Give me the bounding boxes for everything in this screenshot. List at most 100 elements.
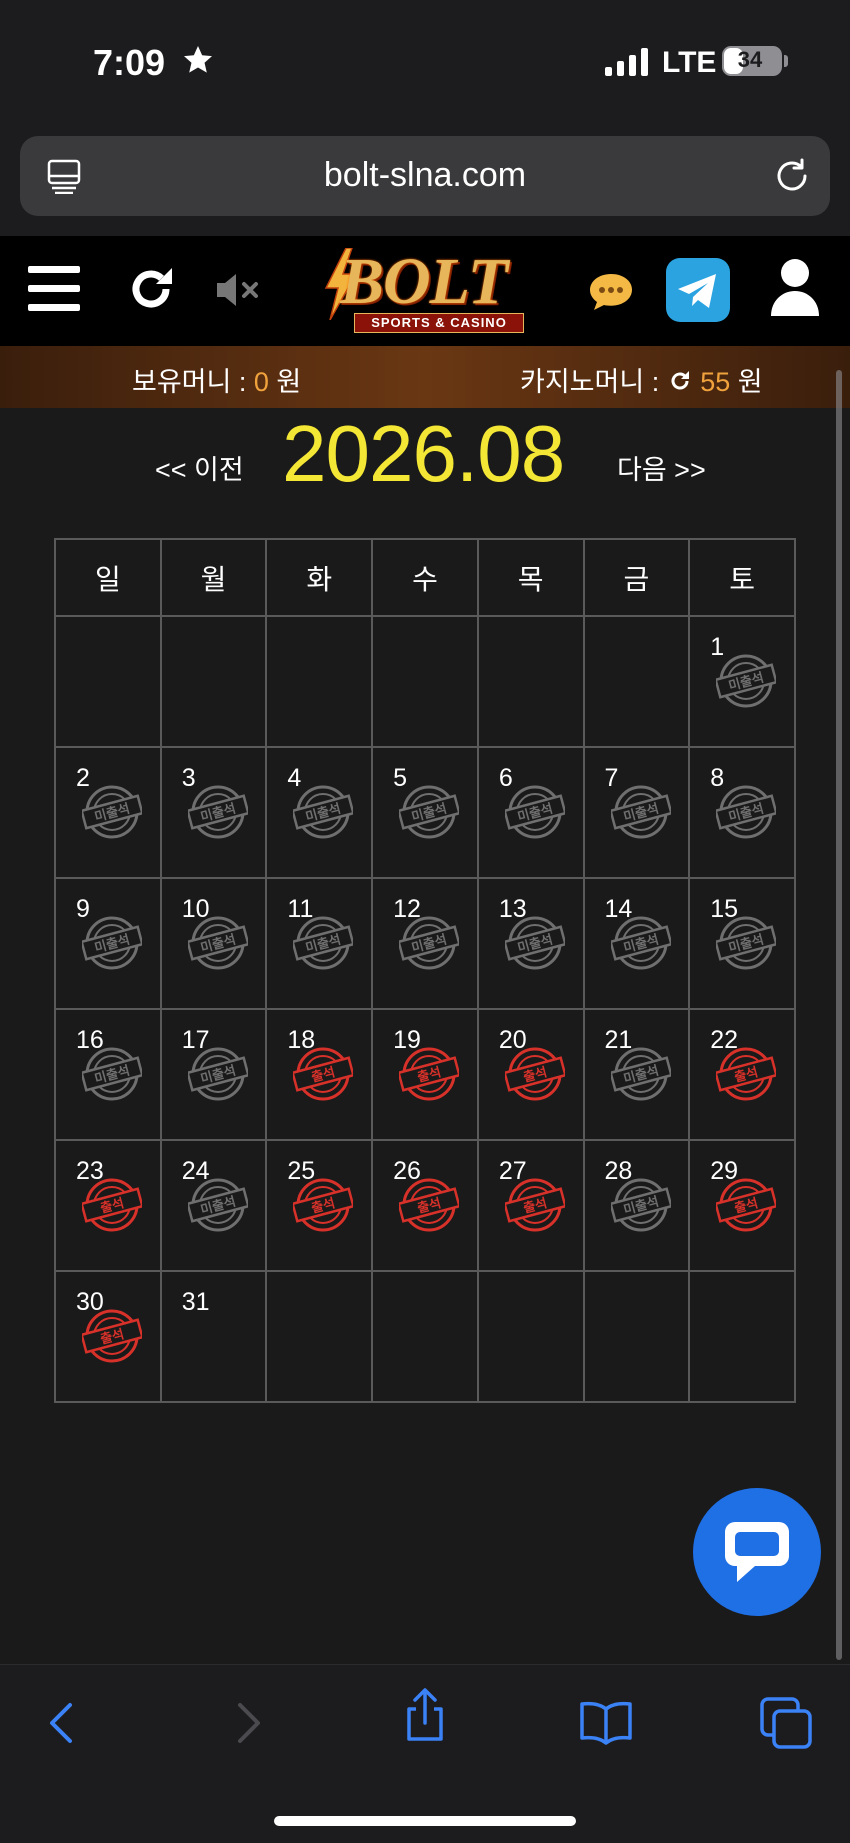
day-number: 21 xyxy=(604,1026,633,1054)
battery-percent: 34 xyxy=(737,47,763,72)
day-number: 8 xyxy=(710,764,725,792)
weekday-mon: 월 xyxy=(159,538,268,617)
calendar-day-cell[interactable]: 1 미출석 xyxy=(688,615,796,748)
calendar-empty-cell xyxy=(688,1270,796,1403)
calendar-empty-cell xyxy=(476,1270,585,1403)
calendar-day-cell[interactable]: 26 출석 xyxy=(371,1139,479,1272)
calendar-day-cell[interactable]: 17 미출석 xyxy=(159,1008,268,1141)
address-bar[interactable]: bolt-slna.com xyxy=(20,136,830,216)
calendar-day-cell[interactable]: 16 미출석 xyxy=(54,1008,162,1141)
attendance-stamp-absent: 미출석 xyxy=(187,785,248,839)
calendar-week-row: 9 미출석 10 미출석 11 미출석 12 미출석 13 미출석 14 미출석 15 미출석 xyxy=(54,877,796,1010)
tabs-icon[interactable] xyxy=(758,1695,814,1751)
attendance-calendar: 일 월 화 수 목 금 토 1 미출석 2 미출석 3 미출석 4 미출석 5 미출석 6 미출석 7 미… xyxy=(54,538,796,1403)
calendar-day-cell[interactable]: 29 출석 xyxy=(688,1139,796,1272)
calendar-day-cell[interactable]: 13 미출석 xyxy=(476,877,585,1010)
calendar-day-cell[interactable]: 10 미출석 xyxy=(159,877,268,1010)
telegram-icon[interactable] xyxy=(666,258,730,322)
calendar-day-cell[interactable]: 30 출석 xyxy=(54,1270,162,1403)
book-icon[interactable] xyxy=(578,1695,634,1751)
day-number: 16 xyxy=(76,1026,104,1054)
calendar-day-cell[interactable]: 7 미출석 xyxy=(582,746,691,879)
reload-icon[interactable] xyxy=(772,156,812,196)
calendar-day-cell[interactable]: 6 미출석 xyxy=(476,746,585,879)
battery-nub xyxy=(784,55,788,67)
casino-money: 카지노머니 : 55 원 xyxy=(520,360,763,399)
day-number: 27 xyxy=(498,1157,527,1185)
forward-chevron-icon[interactable] xyxy=(218,1695,274,1751)
calendar-day-cell[interactable]: 14 미출석 xyxy=(582,877,691,1010)
calendar-day-cell[interactable]: 9 미출석 xyxy=(54,877,162,1010)
day-number: 29 xyxy=(710,1157,739,1185)
day-cell-content: 4 미출석 xyxy=(267,748,371,877)
day-cell-content: 29 출석 xyxy=(690,1141,794,1270)
calendar-day-cell[interactable]: 2 미출석 xyxy=(54,746,162,879)
day-number: 12 xyxy=(393,895,421,923)
calendar-day-cell[interactable]: 23 출석 xyxy=(54,1139,162,1272)
refresh-money-icon[interactable] xyxy=(667,368,693,394)
calendar-day-cell[interactable]: 31 xyxy=(159,1270,268,1403)
calendar-day-cell[interactable]: 5 미출석 xyxy=(371,746,479,879)
calendar-day-cell[interactable]: 20 출석 xyxy=(476,1008,585,1141)
prev-month-link[interactable]: << 이전 xyxy=(155,448,244,487)
day-number: 17 xyxy=(181,1026,210,1054)
day-cell-content: 7 미출석 xyxy=(585,748,689,877)
calendar-empty-cell xyxy=(159,615,268,748)
money-bar: 보유머니 : 0 원 카지노머니 : 55 원 xyxy=(0,346,850,408)
day-number: 10 xyxy=(181,895,210,923)
day-cell-content: 14 미출석 xyxy=(585,879,689,1008)
day-number: 14 xyxy=(604,895,633,923)
day-number: 7 xyxy=(604,764,619,792)
weekday-tue: 화 xyxy=(265,538,374,617)
day-number: 18 xyxy=(287,1026,316,1054)
calendar-day-cell[interactable]: 28 미출석 xyxy=(582,1139,691,1272)
calendar-empty-cell xyxy=(54,615,162,748)
calendar-day-cell[interactable]: 24 미출석 xyxy=(159,1139,268,1272)
calendar-day-cell[interactable]: 19 출석 xyxy=(371,1008,479,1141)
calendar-day-cell[interactable]: 12 미출석 xyxy=(371,877,479,1010)
weekday-sat: 토 xyxy=(688,538,796,617)
attendance-stamp-absent: 미출석 xyxy=(399,785,460,839)
hamburger-menu-icon[interactable] xyxy=(28,266,80,312)
back-chevron-icon[interactable] xyxy=(36,1695,92,1751)
day-number: 13 xyxy=(498,895,527,923)
weekday-thu: 목 xyxy=(476,538,585,617)
calendar-empty-cell xyxy=(265,1270,374,1403)
calendar-day-cell[interactable]: 11 미출석 xyxy=(265,877,374,1010)
day-cell-content: 11 미출석 xyxy=(267,879,371,1008)
calendar-day-cell[interactable]: 27 출석 xyxy=(476,1139,585,1272)
star-icon xyxy=(184,46,212,73)
calendar-day-cell[interactable]: 15 미출석 xyxy=(688,877,796,1010)
live-chat-button[interactable] xyxy=(693,1488,821,1616)
day-cell-content: 21 미출석 xyxy=(585,1010,689,1139)
calendar-day-cell[interactable]: 18 출석 xyxy=(265,1008,374,1141)
day-number: 1 xyxy=(710,633,725,661)
day-cell-content: 17 미출석 xyxy=(162,1010,266,1139)
url-text[interactable]: bolt-slna.com xyxy=(20,156,830,195)
bolt-logo[interactable]: BOLT SPORTS & CASINO xyxy=(322,244,532,338)
user-icon[interactable] xyxy=(770,258,820,316)
weekday-sun: 일 xyxy=(54,538,162,617)
calendar-day-cell[interactable]: 4 미출석 xyxy=(265,746,374,879)
day-cell-content: 22 출석 xyxy=(690,1010,794,1139)
calendar-day-cell[interactable]: 8 미출석 xyxy=(688,746,796,879)
speech-bubble-icon[interactable] xyxy=(588,272,634,312)
day-number: 25 xyxy=(287,1157,316,1185)
next-month-link[interactable]: 다음 >> xyxy=(617,448,706,487)
day-number: 23 xyxy=(76,1157,104,1185)
day-number: 30 xyxy=(76,1288,104,1316)
calendar-day-cell[interactable]: 25 출석 xyxy=(265,1139,374,1272)
speaker-muted-icon[interactable] xyxy=(215,272,261,308)
calendar-day-cell[interactable]: 3 미출석 xyxy=(159,746,268,879)
held-money: 보유머니 : 0 원 xyxy=(132,360,301,399)
casino-money-value: 55 xyxy=(700,367,731,397)
day-number: 6 xyxy=(498,764,513,792)
day-cell-content: 24 미출석 xyxy=(162,1141,266,1270)
day-number: 24 xyxy=(181,1157,210,1185)
month-navigation: << 이전 2026.08 다음 >> xyxy=(0,408,850,518)
share-icon[interactable] xyxy=(397,1687,453,1743)
refresh-icon[interactable] xyxy=(128,266,174,312)
calendar-day-cell[interactable]: 21 미출석 xyxy=(582,1008,691,1141)
page-scrollbar[interactable] xyxy=(836,370,842,1660)
calendar-day-cell[interactable]: 22 출석 xyxy=(688,1008,796,1141)
